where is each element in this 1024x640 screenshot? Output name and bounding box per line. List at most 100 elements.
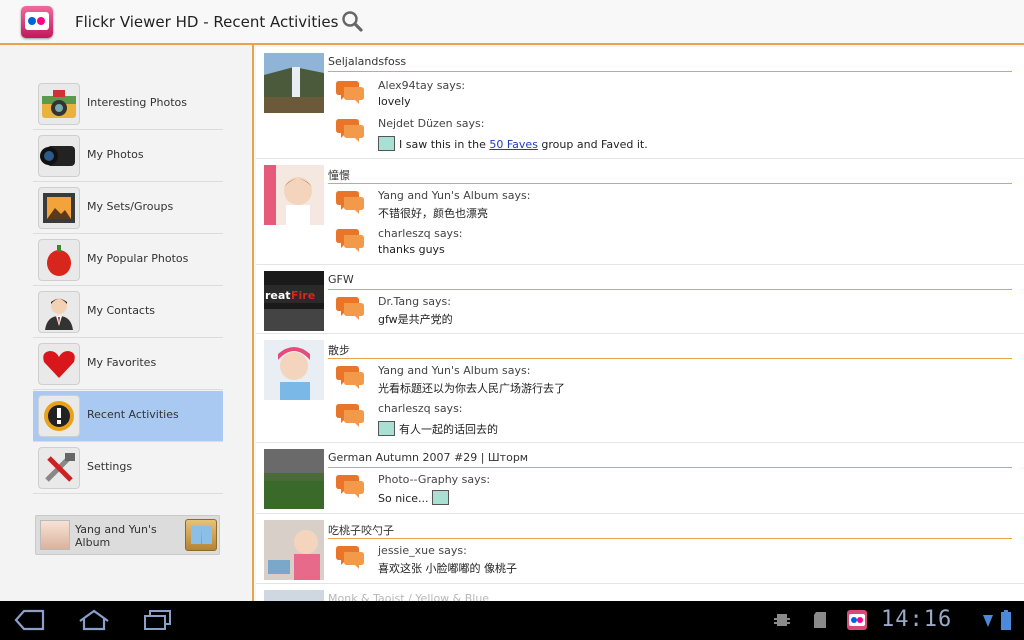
photo-title[interactable]: GFW [328,273,354,286]
comment: Alex94tay says: lovely [336,79,936,119]
comment-text-post: group and Faved it. [537,138,648,151]
sidebar-item-my-photos[interactable]: My Photos [33,131,223,182]
comment-author: Nejdet Düzen says: [378,117,485,130]
system-bar: 14:16 [0,601,1024,640]
activity-group[interactable]: Seljalandsfoss Alex94tay says: lovely Ne… [256,47,1024,159]
comment-author: jessie_xue says: [378,544,467,557]
switch-account-icon[interactable] [185,519,217,551]
sidebar-item-label: My Contacts [87,304,156,317]
clock: 14:16 [881,607,953,632]
activity-feed: Seljalandsfoss Alex94tay says: lovely Ne… [256,47,1024,601]
comment-text-body: 有人一起的话回去的 [399,423,498,436]
comment: Nejdet Düzen says: I saw this in the 50 … [336,117,936,157]
comment: charleszq says: 有人一起的话回去的 [336,402,936,442]
flickr-notification-icon[interactable] [846,609,868,631]
comment-author: Yang and Yun's Album says: [378,189,531,202]
photo-title[interactable]: 散步 [328,342,350,358]
photo-title[interactable]: German Autumn 2007 #29 | Шторм [328,451,528,464]
divider [328,183,1012,184]
inline-image-icon [378,136,395,151]
photo-title[interactable]: Monk & Taoist / Yellow & Blue [328,592,489,601]
sidebar-item-interesting-photos[interactable]: Interesting Photos [33,79,223,130]
usb-debug-icon [772,609,792,631]
comment-author: Dr.Tang says: [378,295,451,308]
svg-text:Fire: Fire [291,289,315,302]
account-switcher[interactable]: Yang and Yun's Album [35,515,220,555]
sidebar-item-my-popular-photos[interactable]: My Popular Photos [33,235,223,286]
comment-text-body: So nice... [378,492,429,505]
comment-bubble-icon [336,227,364,253]
comment: Photo--Graphy says: So nice... [336,473,936,513]
sidebar: Interesting Photos My Photos My Sets/Gro… [0,45,254,601]
divider [328,467,1012,468]
comment-author: charleszq says: [378,402,463,415]
comment-text: 喜欢这张 小脸嘟嘟的 像桃子 [378,562,517,575]
comment-bubble-icon [336,473,364,499]
comment-text: I saw this in the 50 Faves group and Fav… [378,136,648,151]
photo-title[interactable]: 憧憬 [328,167,350,183]
photo-thumbnail[interactable] [264,520,324,580]
comment-author: Photo--Graphy says: [378,473,491,486]
avatar [40,520,70,550]
home-icon[interactable] [78,609,110,631]
sd-card-icon [812,609,828,631]
activity-group[interactable]: 散步 Yang and Yun's Album says: 光看标题还以为你去人… [256,334,1024,443]
heart-icon [38,343,80,385]
comment-bubble-icon [336,544,364,570]
sidebar-item-label: My Sets/Groups [87,200,174,213]
sidebar-item-label: Settings [87,460,133,473]
comment-author: charleszq says: [378,227,463,240]
photo-title[interactable]: Seljalandsfoss [328,55,406,68]
flickr-app-icon[interactable] [21,6,53,38]
inline-image-icon [431,490,449,505]
sidebar-item-label: Interesting Photos [87,96,188,109]
sidebar-item-my-contacts[interactable]: My Contacts [33,287,223,338]
sidebar-item-my-favorites[interactable]: My Favorites [33,339,223,390]
comment-bubble-icon [336,402,364,428]
inline-image-icon [378,421,395,436]
photo-title[interactable]: 吃桃子咬勺子 [328,522,394,538]
photo-thumbnail[interactable] [264,165,324,225]
comment-bubble-icon [336,295,364,321]
photo-thumbnail[interactable] [264,590,324,601]
sidebar-item-label: My Favorites [87,356,157,369]
activity-group[interactable]: reat Fire GFW Dr.Tang says: gfw是共产党的 [256,265,1024,334]
comment-author: Alex94tay says: [378,79,466,92]
activity-group[interactable]: Monk & Taoist / Yellow & Blue [256,584,1024,601]
activity-group[interactable]: 憧憬 Yang and Yun's Album says: 不错很好，颜色也漂亮… [256,159,1024,265]
sidebar-item-label: Recent Activities [87,408,179,421]
sidebar-item-my-sets-groups[interactable]: My Sets/Groups [33,183,223,234]
lens-icon [38,135,80,177]
sidebar-item-settings[interactable]: Settings [33,443,223,494]
action-bar: Flickr Viewer HD - Recent Activities [0,0,1024,45]
divider [328,289,1012,290]
photo-thumbnail[interactable] [264,53,324,113]
svg-text:reat: reat [265,289,291,302]
comment: Yang and Yun's Album says: 光看标题还以为你去人民广场… [336,364,936,404]
activity-group[interactable]: German Autumn 2007 #29 | Шторм Photo--Gr… [256,443,1024,514]
sidebar-item-label: My Popular Photos [87,252,189,265]
photo-thumbnail[interactable] [264,449,324,509]
comment-text: 光看标题还以为你去人民广场游行去了 [378,382,565,395]
search-icon[interactable] [340,10,364,34]
picture-frame-icon [38,187,80,229]
comment-text: So nice... [378,490,449,505]
comment-text: 不错很好，颜色也漂亮 [378,207,488,220]
comment: Yang and Yun's Album says: 不错很好，颜色也漂亮 [336,189,936,229]
back-icon[interactable] [14,609,46,631]
pepper-icon [38,239,80,281]
photo-thumbnail[interactable] [264,340,324,400]
divider [328,358,1012,359]
tools-icon [38,447,80,489]
contact-person-icon [38,291,80,333]
sidebar-item-recent-activities[interactable]: Recent Activities [33,391,223,442]
comment: charleszq says: thanks guys [336,227,936,267]
recent-apps-icon[interactable] [142,609,174,631]
group-link[interactable]: 50 Faves [489,138,538,151]
photo-thumbnail[interactable]: reat Fire [264,271,324,331]
comment: jessie_xue says: 喜欢这张 小脸嘟嘟的 像桃子 [336,544,936,584]
comment-author: Yang and Yun's Album says: [378,364,531,377]
divider [328,538,1012,539]
activity-group[interactable]: 吃桃子咬勺子 jessie_xue says: 喜欢这张 小脸嘟嘟的 像桃子 [256,514,1024,584]
page-title: Flickr Viewer HD - Recent Activities [75,13,339,31]
